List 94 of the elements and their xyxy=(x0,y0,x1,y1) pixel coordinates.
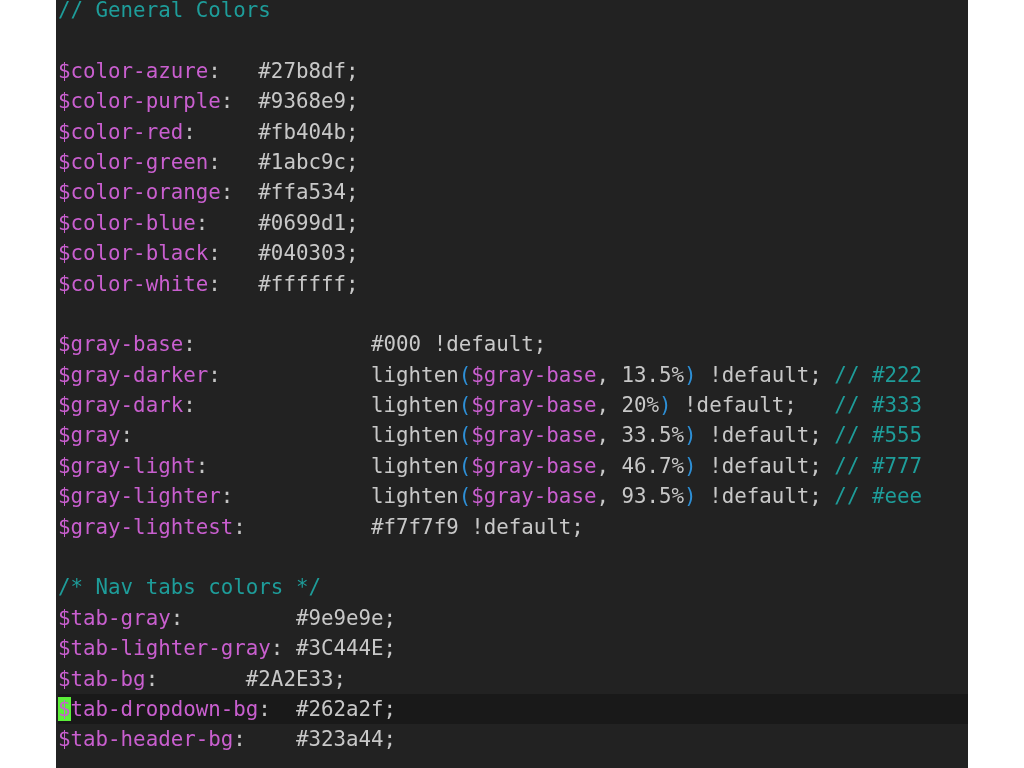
variable-name: $gray-lighter xyxy=(58,484,221,509)
code-value: #0699d1; xyxy=(257,210,359,235)
variable-name: $tab-bg xyxy=(58,666,146,691)
code-value: , 46.7% xyxy=(596,453,685,478)
code-value: #323a44; xyxy=(294,727,397,752)
code-punctuation: : xyxy=(220,89,234,114)
code-comment: // #222 xyxy=(833,362,922,387)
code-parenthesis: ) xyxy=(684,423,697,448)
variable-name: $gray-base xyxy=(471,453,597,478)
text-cursor: $ xyxy=(58,697,71,721)
variable-name: $color-red xyxy=(58,119,184,144)
code-punctuation: : xyxy=(195,210,209,235)
code-parenthesis: ( xyxy=(458,484,472,509)
code-value: #2A2E33; xyxy=(244,666,346,691)
code-punctuation: : xyxy=(195,453,209,478)
variable-name: $tab-header-bg xyxy=(58,727,234,752)
code-parenthesis: ) xyxy=(684,484,697,509)
code-punctuation: : xyxy=(233,727,246,752)
variable-name: $tab-lighter-gray xyxy=(58,636,271,661)
code-value: !default; xyxy=(683,393,797,418)
code-punctuation: : xyxy=(220,484,234,509)
code-punctuation: : xyxy=(183,119,196,144)
code-parenthesis: ( xyxy=(458,453,472,478)
code-punctuation: : xyxy=(208,149,221,174)
code-punctuation: : xyxy=(208,241,221,266)
variable-name: $gray-darker xyxy=(58,362,209,387)
variable-name: $color-orange xyxy=(58,180,221,205)
code-comment: // #eee xyxy=(833,484,922,509)
code-value: #27b8df; xyxy=(257,58,359,83)
code-parenthesis: ) xyxy=(684,362,697,387)
code-value: #040303; xyxy=(257,241,359,266)
code-parenthesis: ( xyxy=(458,393,472,418)
code-parenthesis: ) xyxy=(659,393,672,418)
code-punctuation: : xyxy=(270,636,284,661)
code-punctuation: : xyxy=(208,58,221,83)
variable-name: $color-black xyxy=(58,241,209,266)
code-value: , 20% xyxy=(596,393,660,418)
code-parenthesis: ( xyxy=(458,362,472,387)
code-punctuation: : xyxy=(145,666,159,691)
code-parenthesis: ( xyxy=(458,423,472,448)
code-value: lighten xyxy=(370,484,459,509)
variable-name: $gray-base xyxy=(471,393,597,418)
variable-name: $tab-gray xyxy=(58,605,171,630)
variable-name: $gray-base xyxy=(471,423,597,448)
code-punctuation: : xyxy=(170,605,184,630)
code-value: !default; xyxy=(708,362,822,387)
code-comment: // #555 xyxy=(833,423,922,448)
variable-name: $gray-base xyxy=(471,484,597,509)
code-comment: /* Nav tabs colors */ xyxy=(58,575,321,600)
code-comment: // General Colors xyxy=(58,0,271,22)
variable-name: $color-blue xyxy=(58,210,196,235)
code-value: !default; xyxy=(708,453,822,478)
code-value: #fb404b; xyxy=(257,119,359,144)
code-value: , 13.5% xyxy=(596,362,685,387)
variable-name: tab-dropdown-bg xyxy=(70,697,259,721)
variable-name: $gray-lightest xyxy=(58,514,234,539)
code-value: #ffa534; xyxy=(257,180,359,205)
variable-name: $gray xyxy=(58,423,121,448)
code-punctuation: : xyxy=(120,423,134,448)
code-comment: // #333 xyxy=(833,393,922,418)
variable-name: $gray-base xyxy=(58,332,184,357)
code-value: lighten xyxy=(370,362,459,387)
code-value: #3C444E; xyxy=(294,636,397,661)
variable-name: $color-azure xyxy=(58,58,209,83)
code-editor[interactable] xyxy=(56,0,968,768)
code-value: , 33.5% xyxy=(596,423,685,448)
code-value: , 93.5% xyxy=(596,484,685,509)
code-value: #000 !default; xyxy=(370,332,547,357)
code-punctuation: : xyxy=(220,180,234,205)
code-punctuation: : xyxy=(208,362,221,387)
variable-name: $gray-dark xyxy=(58,393,184,418)
code-value: !default; xyxy=(708,423,822,448)
code-value: #262a2f; xyxy=(294,697,397,721)
code-parenthesis: ) xyxy=(684,453,697,478)
code-value: #9e9e9e; xyxy=(294,605,397,630)
code-punctuation: : xyxy=(258,697,271,721)
code-comment: // #777 xyxy=(833,453,922,478)
code-punctuation: : xyxy=(183,332,196,357)
variable-name: $color-white xyxy=(58,271,209,296)
code-value: lighten xyxy=(370,453,459,478)
code-value: !default; xyxy=(708,484,822,509)
code-punctuation: : xyxy=(208,271,221,296)
code-value: #ffffff; xyxy=(257,271,359,296)
variable-name: $gray-light xyxy=(58,453,196,478)
code-value: lighten xyxy=(370,423,459,448)
code-value: #f7f7f9 !default; xyxy=(370,514,584,539)
variable-name: $color-green xyxy=(58,149,209,174)
code-punctuation: : xyxy=(183,393,196,418)
code-value: lighten xyxy=(370,393,459,418)
variable-name: $gray-base xyxy=(471,362,597,387)
variable-name: $color-purple xyxy=(58,89,221,114)
code-value: #1abc9c; xyxy=(257,149,359,174)
code-punctuation: : xyxy=(233,514,246,539)
code-value: #9368e9; xyxy=(257,89,359,114)
